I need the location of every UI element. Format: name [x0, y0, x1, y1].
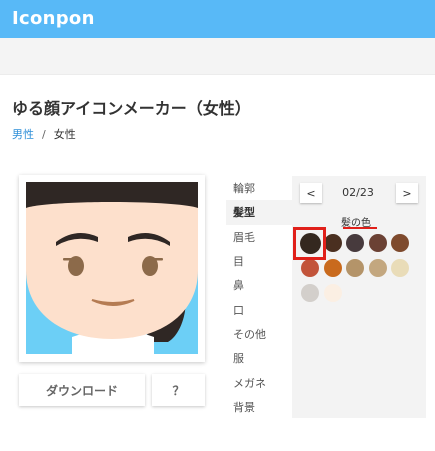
category-item[interactable]: 口 [226, 297, 292, 321]
category-item[interactable]: メガネ [226, 370, 292, 394]
color-swatch[interactable] [346, 234, 364, 252]
category-item[interactable]: その他 [226, 322, 292, 346]
help-button[interactable]: ？ [152, 374, 205, 406]
color-swatch[interactable] [391, 234, 409, 252]
gender-separator: / [42, 128, 46, 141]
category-item[interactable]: 眉毛 [226, 225, 292, 249]
color-panel: < 02/23 > 髪の色 [292, 176, 426, 418]
site-header: Iconpon [0, 0, 435, 38]
color-swatch[interactable] [368, 234, 387, 252]
sub-bar [0, 38, 435, 75]
color-swatch[interactable] [323, 234, 342, 252]
color-swatch[interactable] [323, 259, 342, 277]
color-swatch[interactable] [301, 259, 319, 277]
icon-preview [19, 175, 205, 362]
gender-female-current: 女性 [53, 128, 76, 141]
page-indicator: 02/23 [342, 186, 374, 199]
color-swatch[interactable] [346, 259, 364, 277]
category-item[interactable]: 輪郭 [226, 176, 292, 200]
color-swatch[interactable] [301, 284, 319, 302]
download-button[interactable]: ダウンロード [19, 374, 145, 406]
site-logo[interactable]: Iconpon [12, 8, 95, 29]
selected-swatch-highlight [293, 227, 326, 260]
page-title: ゆる顔アイコンメーカー（女性） [12, 99, 251, 118]
avatar-preview-image [26, 182, 198, 354]
prev-page-button[interactable]: < [300, 183, 322, 203]
category-item[interactable]: 目 [226, 249, 292, 273]
color-swatch[interactable] [323, 284, 342, 302]
gender-switch: 男性 / 女性 [12, 126, 76, 142]
gender-male-link[interactable]: 男性 [12, 128, 34, 141]
color-swatch[interactable] [368, 259, 387, 277]
color-swatch[interactable] [391, 259, 409, 277]
category-item[interactable]: 髪型 [226, 200, 292, 225]
category-item[interactable]: 鼻 [226, 273, 292, 297]
category-item[interactable]: 服 [226, 346, 292, 370]
part-category-list: 輪郭 髪型 眉毛目鼻口その他服メガネ 背景 [226, 176, 292, 419]
label-underline [343, 227, 377, 229]
next-page-button[interactable]: > [396, 183, 418, 203]
category-item[interactable]: 背景 [226, 395, 292, 419]
